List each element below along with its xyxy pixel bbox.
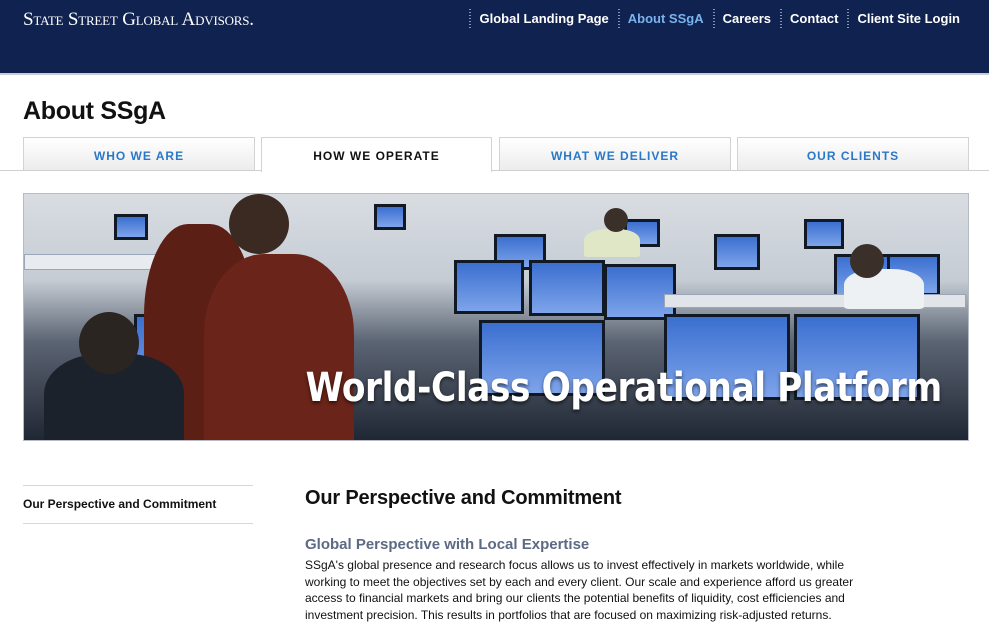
site-header: State Street Global Advisors. Global Lan…: [0, 0, 989, 75]
top-navigation: Global Landing Page About SSgA Careers C…: [469, 9, 969, 29]
nav-global-landing-page[interactable]: Global Landing Page: [469, 9, 617, 29]
content-heading: Our Perspective and Commitment: [305, 487, 622, 509]
hero-person: [204, 254, 354, 440]
content-subheading: Global Perspective with Local Expertise: [305, 536, 590, 553]
tab-who-we-are[interactable]: WHO WE ARE: [23, 137, 255, 170]
hero-monitor: [114, 214, 148, 240]
hero-monitor: [804, 219, 844, 249]
nav-label: Client Site Login: [857, 11, 960, 26]
main-content: Our Perspective and Commitment Global Pe…: [305, 487, 905, 623]
logo-text: State Street Global Advisors.: [23, 9, 254, 30]
nav-label: Contact: [790, 11, 839, 26]
nav-label: About SSgA: [627, 11, 704, 26]
nav-divider: [780, 9, 783, 29]
nav-about-ssga[interactable]: About SSgA: [617, 9, 713, 29]
hero-monitor: [529, 260, 605, 316]
tab-our-clients[interactable]: OUR CLIENTS: [737, 137, 969, 170]
hero-title: World-Class Operational Platform: [305, 365, 943, 411]
nav-label: Global Landing Page: [479, 11, 609, 26]
hero-banner: World-Class Operational Platform: [23, 193, 969, 441]
sidenav-item-our-perspective[interactable]: Our Perspective and Commitment: [23, 486, 253, 523]
hero-monitor: [714, 234, 760, 270]
side-navigation: Our Perspective and Commitment: [23, 485, 253, 524]
hero-monitor: [454, 260, 524, 314]
nav-label: Careers: [722, 11, 772, 26]
hero-person: [844, 269, 924, 309]
hero-person-head: [79, 312, 139, 374]
tab-what-we-deliver[interactable]: WHAT WE DELIVER: [499, 137, 731, 170]
page-title: About SSgA: [23, 97, 166, 125]
tab-how-we-operate[interactable]: HOW WE OPERATE: [261, 137, 492, 172]
nav-client-site-login[interactable]: Client Site Login: [847, 9, 969, 29]
hero-monitor: [604, 264, 676, 320]
nav-divider: [847, 9, 850, 29]
hero-person-head: [604, 208, 628, 232]
hero-person-head: [850, 244, 884, 278]
nav-contact[interactable]: Contact: [780, 9, 847, 29]
nav-divider: [617, 9, 620, 29]
hero-person: [584, 229, 640, 257]
hero-monitor: [374, 204, 406, 230]
nav-careers[interactable]: Careers: [712, 9, 780, 29]
hero-person-head: [229, 194, 289, 254]
site-logo[interactable]: State Street Global Advisors.: [23, 9, 254, 31]
content-paragraph: SSgA's global presence and research focu…: [305, 558, 854, 622]
nav-divider: [712, 9, 715, 29]
section-tabs: WHO WE ARE HOW WE OPERATE WHAT WE DELIVE…: [0, 137, 989, 172]
nav-divider: [469, 9, 472, 29]
